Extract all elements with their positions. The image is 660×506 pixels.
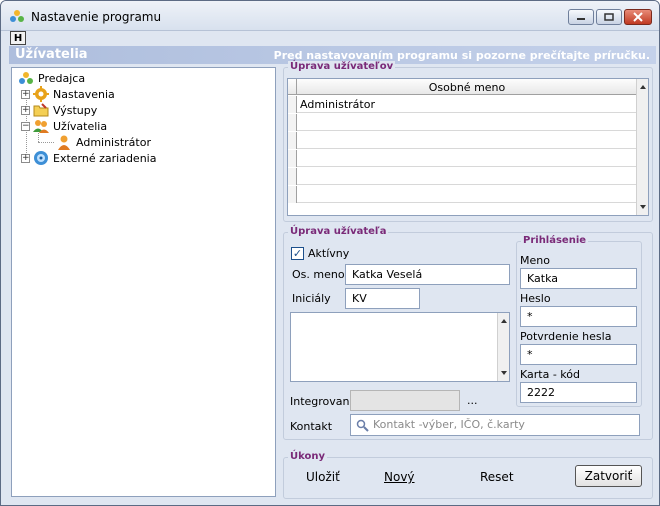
name-label: Os. meno — [292, 268, 345, 281]
personal-name-input[interactable]: Katka Veselá — [345, 264, 510, 285]
grid-header: Osobné meno — [288, 79, 636, 95]
close-window-button[interactable] — [624, 9, 652, 25]
integrated-label: Integrované — [290, 395, 357, 408]
close-icon — [633, 12, 643, 22]
login-panel-title: Prihlásenie — [521, 235, 589, 246]
tree-item-nastavenia[interactable]: + Nastavenia — [21, 86, 115, 102]
scroll-up-icon[interactable] — [501, 319, 507, 323]
users-panel: Úprava užívateľov Osobné meno Administrá… — [283, 61, 653, 222]
expand-icon[interactable]: + — [21, 153, 30, 163]
close-button[interactable]: Zatvoriť — [575, 465, 642, 487]
table-row[interactable]: Administrátor — [288, 96, 636, 113]
collapse-icon[interactable]: − — [21, 121, 30, 131]
tree-item-label: Administrátor — [76, 135, 151, 149]
actions-panel: Úkony Uložiť Nový Reset Zatvoriť — [283, 451, 653, 499]
gear-icon — [33, 86, 49, 102]
contact-search-input[interactable]: Kontakt -výber, IČO, č.karty — [350, 414, 640, 436]
tree-item-label: Predajca — [38, 71, 86, 85]
settings-tree: Predajca + Nastavenia + Výstupy − Užívat… — [11, 67, 276, 497]
login-panel: Prihlásenie Meno Katka Heslo * Potvrdeni… — [516, 235, 642, 407]
password-label: Heslo — [520, 292, 551, 305]
contact-label: Kontakt — [290, 420, 333, 433]
login-name-input[interactable]: Katka — [520, 268, 637, 289]
hotkey-badge: H — [10, 31, 26, 45]
save-button[interactable]: Uložiť — [306, 470, 340, 484]
column-header-name[interactable]: Osobné meno — [298, 81, 636, 94]
table-row[interactable] — [288, 132, 636, 149]
actions-panel-title: Úkony — [288, 451, 328, 462]
minimize-icon — [577, 18, 585, 20]
minimize-button[interactable] — [568, 9, 594, 25]
reset-button[interactable]: Reset — [480, 470, 514, 484]
password-input[interactable]: * — [520, 306, 637, 327]
table-row[interactable] — [288, 168, 636, 185]
tree-item-label: Výstupy — [53, 103, 98, 117]
active-label: Aktívny — [308, 247, 350, 260]
section-title: Užívatelia — [15, 47, 88, 62]
app-triangle-icon — [10, 10, 24, 22]
users-icon — [33, 120, 49, 133]
tree-item-externe-zariadenia[interactable]: + Externé zariadenia — [21, 150, 156, 166]
card-code-label: Karta - kód — [520, 368, 580, 381]
tree-item-label: Nastavenia — [53, 87, 115, 101]
folder-icon — [33, 103, 49, 117]
tree-item-label: Užívatelia — [53, 119, 108, 133]
table-row[interactable] — [288, 186, 636, 203]
tree-item-label: Externé zariadenia — [53, 151, 157, 165]
scroll-up-icon[interactable] — [640, 85, 646, 89]
expand-icon[interactable]: + — [21, 89, 30, 99]
card-code-input[interactable]: 2222 — [520, 382, 637, 403]
table-row[interactable] — [288, 150, 636, 167]
close-button-label: Zatvoriť — [584, 469, 633, 483]
initials-label: Iniciály — [292, 292, 331, 305]
new-button[interactable]: Nový — [384, 470, 415, 484]
shop-icon — [19, 72, 33, 84]
memo-scrollbar[interactable] — [497, 313, 509, 381]
user-icon — [58, 135, 70, 150]
expand-icon[interactable]: + — [21, 105, 30, 115]
user-edit-panel: Úprava užívateľa ✓ Aktívny Os. meno Katk… — [283, 226, 653, 440]
integrated-input — [350, 390, 460, 411]
grid-scrollbar[interactable] — [636, 79, 648, 215]
scroll-down-icon[interactable] — [640, 205, 646, 209]
window-title: Nastavenie programu — [31, 10, 162, 24]
maximize-icon — [604, 13, 614, 21]
confirm-password-input[interactable]: * — [520, 344, 637, 365]
settings-window: Nastavenie programu H Užívatelia Pred na… — [0, 0, 660, 506]
tree-item-uzivatelia[interactable]: − Užívatelia — [21, 118, 107, 134]
login-name-label: Meno — [520, 254, 550, 267]
device-icon — [34, 151, 48, 165]
initials-input[interactable]: KV — [345, 288, 420, 309]
integrated-browse-button[interactable]: ... — [467, 394, 478, 407]
tree-item-administrator[interactable]: Administrátor — [56, 134, 151, 150]
table-row[interactable] — [288, 114, 636, 131]
title-bar: Nastavenie programu — [1, 1, 659, 31]
user-edit-title: Úprava užívateľa — [288, 226, 389, 237]
confirm-password-label: Potvrdenie hesla — [520, 330, 612, 343]
tree-item-vystupy[interactable]: + Výstupy — [21, 102, 97, 118]
active-checkbox[interactable]: ✓ — [291, 247, 304, 260]
note-memo[interactable] — [290, 312, 510, 382]
users-grid: Osobné meno Administrátor — [287, 78, 649, 216]
scroll-down-icon[interactable] — [501, 371, 507, 375]
maximize-button[interactable] — [596, 9, 622, 25]
search-icon — [356, 419, 369, 432]
contact-placeholder: Kontakt -výber, IČO, č.karty — [373, 418, 525, 431]
tree-item-predajca[interactable]: Predajca — [18, 70, 85, 86]
users-panel-title: Úprava užívateľov — [288, 61, 396, 72]
